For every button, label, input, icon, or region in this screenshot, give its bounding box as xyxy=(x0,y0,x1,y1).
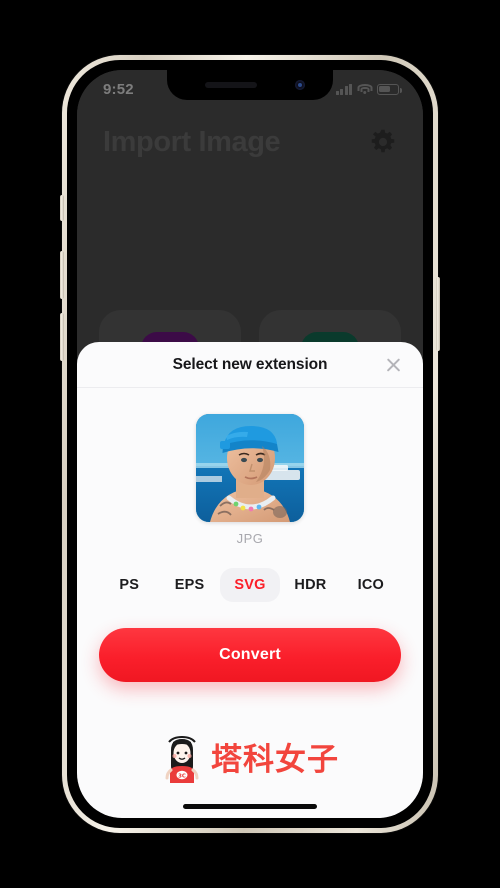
extension-picker-sheet: Select new extension JPG PS EPS SVG HDR … xyxy=(77,342,423,818)
battery-icon xyxy=(377,83,402,95)
extension-options: PS EPS SVG HDR ICO xyxy=(77,568,423,602)
status-time: 9:52 xyxy=(103,80,134,98)
extension-option-ps[interactable]: PS xyxy=(99,568,159,602)
thumbnail-image xyxy=(196,414,304,522)
phone-screen: 9:52 Import Image Select new extension J… xyxy=(77,70,423,818)
volume-down-button[interactable] xyxy=(60,313,64,361)
app-header: Import Image xyxy=(77,114,423,170)
notch xyxy=(167,70,333,100)
earpiece-speaker-icon xyxy=(205,82,257,88)
extension-option-svg[interactable]: SVG xyxy=(219,568,281,602)
page-title: Import Image xyxy=(103,125,281,158)
status-icons xyxy=(335,83,402,95)
extension-option-eps[interactable]: EPS xyxy=(159,568,219,602)
mute-switch-button[interactable] xyxy=(60,195,64,221)
file-preview: JPG xyxy=(77,388,423,546)
phone-bezel: 9:52 Import Image Select new extension J… xyxy=(67,60,433,828)
cellular-signal-icon xyxy=(335,83,352,95)
extension-option-hdr[interactable]: HDR xyxy=(280,568,340,602)
home-indicator[interactable] xyxy=(183,804,317,809)
watermark-text: 塔科女子 xyxy=(211,741,339,778)
girl-mascot-icon: 3C xyxy=(161,735,203,784)
front-camera-icon xyxy=(295,80,305,90)
wifi-icon xyxy=(357,83,372,95)
convert-button[interactable]: Convert xyxy=(99,628,401,682)
sheet-title: Select new extension xyxy=(172,355,328,373)
volume-up-button[interactable] xyxy=(60,251,64,299)
close-icon[interactable] xyxy=(383,355,403,375)
extension-option-ico[interactable]: ICO xyxy=(341,568,401,602)
gear-icon[interactable] xyxy=(369,128,397,156)
svg-text:3C: 3C xyxy=(178,773,186,779)
convert-button-wrap: Convert xyxy=(77,602,423,682)
phone-frame: 9:52 Import Image Select new extension J… xyxy=(60,55,440,833)
power-button[interactable] xyxy=(436,277,440,351)
screenshot-stage: 9:52 Import Image Select new extension J… xyxy=(0,0,500,888)
watermark: 3C 塔科女子 xyxy=(77,735,423,784)
sheet-header: Select new extension xyxy=(77,342,423,388)
file-format-label: JPG xyxy=(236,531,264,546)
